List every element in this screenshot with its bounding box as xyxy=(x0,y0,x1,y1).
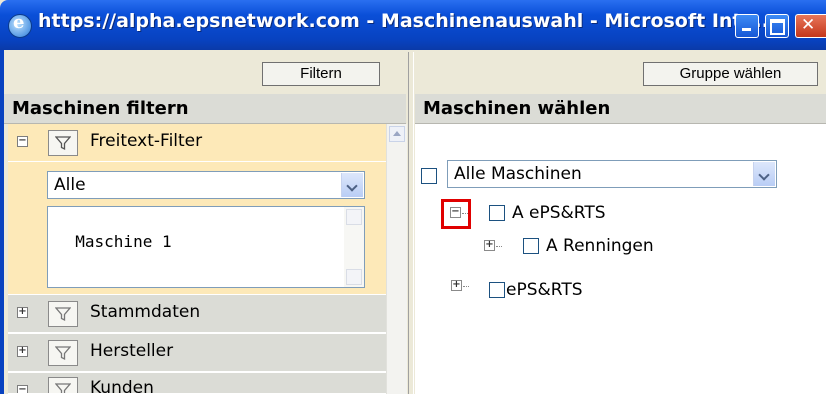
freitext-select[interactable]: Alle xyxy=(47,171,365,199)
funnel-icon[interactable] xyxy=(48,340,78,366)
freitext-textarea[interactable]: Maschine 1 xyxy=(47,206,365,288)
select-value: Alle xyxy=(54,175,86,195)
tree-connector xyxy=(463,286,469,287)
select-all-checkbox[interactable] xyxy=(421,168,437,184)
minimize-button[interactable] xyxy=(735,14,759,38)
filter-button[interactable]: Filtern xyxy=(262,62,380,86)
expand-icon[interactable]: + xyxy=(451,280,462,291)
expand-icon[interactable]: + xyxy=(484,240,495,251)
scroll-up-arrow[interactable] xyxy=(389,126,405,142)
collapse-icon[interactable]: − xyxy=(450,207,461,218)
close-button[interactable] xyxy=(795,14,826,38)
textarea-scrollbar[interactable] xyxy=(344,207,364,287)
filter-group-stammdaten[interactable]: + Stammdaten xyxy=(8,295,386,333)
title-bar: https://alpha.epsnetwork.com - Maschinen… xyxy=(0,0,826,50)
collapse-icon[interactable]: − xyxy=(17,136,28,147)
funnel-icon[interactable] xyxy=(48,130,78,156)
panel-divider[interactable] xyxy=(408,52,414,394)
scroll-up-arrow[interactable] xyxy=(346,209,362,225)
tree-connector xyxy=(496,246,502,247)
textarea-value: Maschine 1 xyxy=(75,232,172,251)
expand-icon[interactable]: + xyxy=(17,307,28,318)
group-label: Hersteller xyxy=(90,341,174,361)
tree-checkbox[interactable] xyxy=(523,238,539,254)
group-label: Freitext-Filter xyxy=(90,131,203,151)
filter-heading: Maschinen filtern xyxy=(4,94,406,124)
funnel-icon[interactable] xyxy=(48,377,78,393)
tree-connector xyxy=(462,213,468,214)
filter-group-hersteller[interactable]: + Hersteller xyxy=(8,334,386,372)
chevron-down-icon[interactable] xyxy=(753,162,775,186)
filter-group-kunden[interactable]: − Kunden xyxy=(8,373,386,394)
tree-checkbox[interactable] xyxy=(489,205,505,221)
group-label: Kunden xyxy=(90,378,154,394)
expand-icon[interactable]: + xyxy=(17,346,28,357)
select-group-button[interactable]: Gruppe wählen xyxy=(643,62,818,86)
collapse-icon[interactable]: − xyxy=(17,385,28,393)
chevron-down-icon[interactable] xyxy=(341,173,363,197)
machine-group-select[interactable]: Alle Maschinen xyxy=(447,160,777,188)
tree-item-label[interactable]: ePS&RTS xyxy=(506,280,583,300)
window-title: https://alpha.epsnetwork.com - Maschinen… xyxy=(38,10,777,32)
filter-group-freitext[interactable]: − Freitext-Filter xyxy=(8,124,386,162)
machine-heading: Maschinen wählen xyxy=(415,94,826,124)
tree-item-label[interactable]: A Renningen xyxy=(546,236,654,256)
tree-checkbox[interactable] xyxy=(489,282,505,298)
maximize-button[interactable] xyxy=(765,14,789,38)
select-value: Alle Maschinen xyxy=(454,164,582,184)
group-label: Stammdaten xyxy=(90,302,201,322)
tree-item-label[interactable]: A ePS&RTS xyxy=(512,203,606,223)
funnel-icon[interactable] xyxy=(48,301,78,327)
filter-scrollbar[interactable] xyxy=(386,124,407,394)
scroll-down-arrow[interactable] xyxy=(346,269,362,285)
ie-icon xyxy=(8,12,32,38)
